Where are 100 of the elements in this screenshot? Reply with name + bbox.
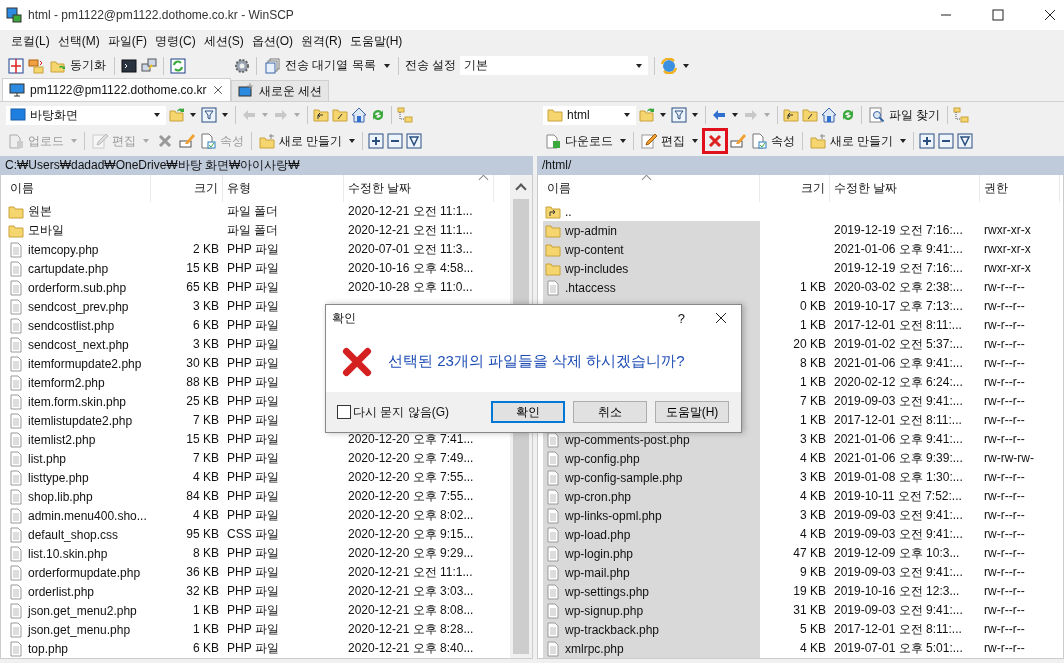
file-name: wp-config.php xyxy=(565,451,640,466)
file-name: top.php xyxy=(28,641,69,656)
table-cell: 2021-01-06 오후 9:41:... xyxy=(834,432,963,446)
table-cell: rw-r--r-- xyxy=(984,432,1025,446)
table-cell: 2020-12-21 오후 8:40... xyxy=(348,641,474,655)
file-name: 모바일 xyxy=(28,222,64,239)
file-name: wp-settings.php xyxy=(565,584,650,599)
table-cell: 4 KB xyxy=(193,508,219,522)
table-cell: 1 KB xyxy=(800,280,826,294)
table-cell: 32 KB xyxy=(186,584,219,598)
table-cell: PHP 파일 xyxy=(227,603,279,617)
table-cell: 2020-10-28 오후 11:0... xyxy=(348,280,473,294)
table-cell: 2019-12-19 오전 7:16:... xyxy=(834,261,963,275)
table-cell: PHP 파일 xyxy=(227,242,279,256)
file-name: wp-admin xyxy=(565,223,618,238)
table-cell: 6 KB xyxy=(193,641,219,655)
table-cell: 2017-12-01 오전 8:11:... xyxy=(834,622,962,636)
table-cell: 30 KB xyxy=(186,356,219,370)
table-cell: rw-r--r-- xyxy=(984,508,1025,522)
table-cell: 2020-12-20 오후 7:55... xyxy=(348,470,474,484)
file-name: list.10.skin.php xyxy=(28,546,108,561)
table-cell: 2019-07-01 오후 5:01:... xyxy=(834,641,963,655)
table-cell: 1 KB xyxy=(193,603,219,617)
table-cell: 88 KB xyxy=(186,375,219,389)
table-cell: 3 KB xyxy=(193,337,219,351)
file-name: wp-mail.php xyxy=(565,565,630,580)
table-cell: rw-r--r-- xyxy=(984,470,1025,484)
table-cell: 8 KB xyxy=(193,546,219,560)
table-cell: 2020-10-16 오후 4:58... xyxy=(348,261,474,275)
table-cell: 20 KB xyxy=(793,337,826,351)
checkbox-label: 다시 묻지 않음(G) xyxy=(353,403,449,421)
table-cell: 2021-01-06 오후 9:41:... xyxy=(834,356,963,370)
table-cell: 25 KB xyxy=(186,394,219,408)
table-cell: 7 KB xyxy=(193,413,219,427)
table-cell: rwxr-xr-x xyxy=(984,223,1031,237)
location-text: html xyxy=(567,108,590,122)
table-cell: 2020-12-20 오후 7:55... xyxy=(348,489,474,503)
table-cell: PHP 파일 xyxy=(227,584,279,598)
table-cell: 4 KB xyxy=(800,527,826,541)
table-cell: rw-r--r-- xyxy=(984,375,1025,389)
table-cell: 2020-12-21 오전 11:1... xyxy=(348,223,473,237)
table-cell: 5 KB xyxy=(800,622,826,636)
table-cell: 파일 폴더 xyxy=(227,204,279,218)
table-cell: 2019-09-03 오전 9:41:... xyxy=(834,394,963,408)
file-name: wp-includes xyxy=(565,261,629,276)
table-cell: 15 KB xyxy=(186,261,219,275)
file-name: wp-config-sample.php xyxy=(565,470,683,485)
window-title: html - pm1122@pm1122.dothome.co.kr - WinSCP xyxy=(28,8,294,22)
table-cell: rw-r--r-- xyxy=(984,546,1025,560)
file-name: item.form.skin.php xyxy=(28,394,127,409)
file-name: listtype.php xyxy=(28,470,89,485)
file-name: wp-comments-post.php xyxy=(565,432,690,447)
table-cell: 2019-09-03 오전 9:41:... xyxy=(834,527,963,541)
table-cell: PHP 파일 xyxy=(227,375,279,389)
table-cell: 1 KB xyxy=(800,375,826,389)
file-name: itemlist2.php xyxy=(28,432,96,447)
table-cell: 36 KB xyxy=(186,565,219,579)
table-cell: 6 KB xyxy=(193,318,219,332)
table-cell: PHP 파일 xyxy=(227,280,279,294)
table-cell: 2020-12-21 오전 11:1... xyxy=(348,204,473,218)
table-cell: rw-r--r-- xyxy=(984,318,1025,332)
file-name: sendcost_next.php xyxy=(28,337,129,352)
table-cell: 2019-09-03 오전 9:41:... xyxy=(834,565,963,579)
table-cell: 2020-12-21 오전 11:1... xyxy=(348,565,473,579)
file-name: itemform2.php xyxy=(28,375,105,390)
file-name: admin.menu400.sho... xyxy=(28,508,147,523)
table-cell: 3 KB xyxy=(800,432,826,446)
table-cell: rw-r--r-- xyxy=(984,489,1025,503)
table-cell: PHP 파일 xyxy=(227,261,279,275)
table-cell: PHP 파일 xyxy=(227,508,279,522)
location-text: 바탕화면 xyxy=(30,106,78,124)
table-cell: 2019-09-03 오전 9:41:... xyxy=(834,603,963,617)
table-cell: 2020-12-20 오후 9:29... xyxy=(348,546,474,560)
file-name: orderformupdate.php xyxy=(28,565,141,580)
table-cell: 2020-12-21 오후 3:03... xyxy=(348,584,474,598)
table-cell: 4 KB xyxy=(800,641,826,655)
file-name: itemlistupdate2.php xyxy=(28,413,133,428)
file-name: orderform.sub.php xyxy=(28,280,127,295)
table-cell: rw-r--r-- xyxy=(984,527,1025,541)
table-cell: 95 KB xyxy=(186,527,219,541)
table-cell: PHP 파일 xyxy=(227,451,279,465)
table-cell: PHP 파일 xyxy=(227,565,279,579)
table-cell: PHP 파일 xyxy=(227,489,279,503)
file-name: 원본 xyxy=(28,203,52,220)
table-cell: 1 KB xyxy=(800,413,826,427)
table-cell: 7 KB xyxy=(193,451,219,465)
transfer-settings-label: 전송 설정 xyxy=(404,57,456,74)
table-cell: 47 KB xyxy=(793,546,826,560)
table-cell: 2019-10-17 오후 7:13:... xyxy=(834,299,963,313)
table-cell: 4 KB xyxy=(193,470,219,484)
table-cell: 2020-12-20 오후 7:41... xyxy=(348,432,474,446)
file-name: orderlist.php xyxy=(28,584,95,599)
file-name: .htaccess xyxy=(565,280,616,295)
tab-label: pm1122@pm1122.dothome.co.kr xyxy=(30,83,207,97)
path-bar: /html/ xyxy=(537,156,1064,175)
table-cell: 8 KB xyxy=(800,356,826,370)
table-cell: 파일 폴더 xyxy=(227,223,279,237)
file-name: sendcostlist.php xyxy=(28,318,115,333)
table-cell: 2019-10-11 오전 7:52:... xyxy=(834,489,962,503)
table-cell: 1 KB xyxy=(800,318,826,332)
